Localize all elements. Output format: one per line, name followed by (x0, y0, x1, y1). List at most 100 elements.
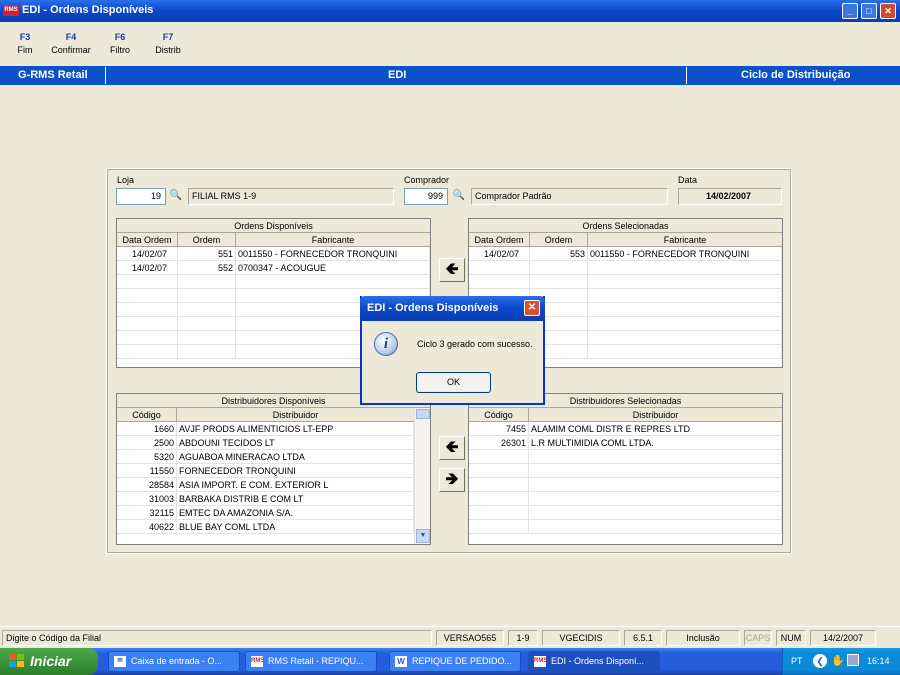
cell-codigo: 31003 (117, 492, 177, 505)
f7-distrib-button[interactable]: F7 Distrib (150, 32, 186, 55)
grid-header: Data Ordem Ordem Fabricante (469, 233, 782, 247)
distribuidores-disponiveis-grid: Distribuidores Disponíveis Código Distri… (116, 393, 431, 545)
hand-icon[interactable]: ✋ (831, 654, 845, 667)
rms-icon: RMS (534, 656, 547, 667)
cell-codigo: 11550 (117, 464, 177, 477)
column-header[interactable]: Distribuidor (529, 408, 782, 421)
cell-ordem: 551 (178, 247, 236, 260)
status-bar: Digite o Código da Filial VERSAO565 1-9 … (0, 626, 900, 648)
clock[interactable]: 16:14 (867, 656, 890, 666)
status-build: 6.5.1 (624, 630, 662, 646)
move-left-arrow-icon[interactable]: 🡸 (439, 436, 465, 460)
table-row[interactable]: 11550 FORNECEDOR TRONQUINI (117, 464, 414, 478)
ok-button[interactable]: OK (416, 372, 491, 393)
table-row[interactable]: 32115 EMTEC DA AMAZONIA S/A. (117, 506, 414, 520)
table-row[interactable]: 14/02/07 551 0011550 - FORNECEDOR TRONQU… (117, 247, 430, 261)
table-row[interactable]: 28584 ASIA IMPORT. E COM. EXTERIOR L (117, 478, 414, 492)
system-tray: PT ❮ ✋ 16:14 (782, 648, 900, 675)
grid-header: Código Distribuidor (469, 408, 782, 422)
column-header[interactable]: Código (117, 408, 177, 421)
f3-fim-button[interactable]: F3 Fim (12, 32, 38, 55)
scroll-thumb[interactable] (416, 409, 430, 419)
start-button[interactable]: Iniciar (0, 648, 98, 675)
cell-distribuidor: AGUABOA MINERACAO LTDA (177, 450, 414, 463)
status-caps: CAPS (744, 630, 772, 646)
vertical-scrollbar[interactable]: ▼ (414, 408, 430, 544)
cell-codigo: 32115 (117, 506, 177, 519)
table-row[interactable]: 5320 AGUABOA MINERACAO LTDA (117, 450, 414, 464)
taskbar-item-rms-retail[interactable]: RMS RMS Retail - REPIQU... (245, 651, 377, 672)
header-module: EDI (388, 69, 407, 81)
column-header[interactable]: Fabricante (588, 233, 782, 246)
table-row[interactable]: 1660 AVJF PRODS ALIMENTICIOS LT-EPP (117, 422, 414, 436)
table-row[interactable]: 14/02/07 552 0700347 - ACOUGUE (117, 261, 430, 275)
column-header[interactable]: Distribuidor (177, 408, 414, 421)
f4-confirmar-button[interactable]: F4 Confirmar (48, 32, 94, 55)
column-header[interactable]: Fabricante (236, 233, 430, 246)
table-row[interactable]: 40622 BLUE BAY COML LTDA (117, 520, 414, 534)
grid-caption: Ordens Selecionadas (469, 219, 782, 233)
table-row[interactable]: 7455 ALAMIM COML DISTR E REPRES LTD (469, 422, 782, 436)
f6-filtro-button[interactable]: F6 Filtro (104, 32, 136, 55)
dialog-close-icon[interactable]: ✕ (524, 300, 540, 316)
loja-input[interactable]: 19 (116, 188, 166, 205)
status-mode: Inclusão (666, 630, 740, 646)
module-header: G-RMS Retail EDI Ciclo de Distribuição (0, 66, 900, 85)
cell-data: 14/02/07 (469, 247, 530, 260)
taskbar-item-repique[interactable]: W REPIQUE DE PEDIDO... (389, 651, 521, 672)
table-row[interactable]: 31003 BARBAKA DISTRIB E COM LT (117, 492, 414, 506)
table-row[interactable]: 14/02/07 553 0011550 - FORNECEDOR TRONQU… (469, 247, 782, 261)
column-header[interactable]: Data Ordem (469, 233, 530, 246)
minimize-button[interactable]: _ (842, 3, 858, 19)
cell-distribuidor: ABDOUNI TECIDOS LT (177, 436, 414, 449)
move-left-arrow-icon[interactable]: 🡸 (439, 258, 465, 282)
binoculars-icon[interactable]: 🔍 (451, 189, 467, 203)
dialog-titlebar: EDI - Ordens Disponíveis ✕ (360, 296, 545, 321)
cell-distribuidor: ALAMIM COML DISTR E REPRES LTD (529, 422, 782, 435)
loja-name-field: FILIAL RMS 1-9 (188, 188, 394, 205)
cell-ordem: 552 (178, 261, 236, 274)
close-button[interactable]: ✕ (880, 3, 896, 19)
distribuidores-selecionados-grid: Distribuidores Selecionadas Código Distr… (468, 393, 783, 545)
message-dialog: EDI - Ordens Disponíveis ✕ i Ciclo 3 ger… (360, 296, 545, 405)
rms-icon: RMS (251, 656, 264, 667)
network-icon[interactable] (847, 654, 859, 666)
mail-icon: ✉ (114, 656, 126, 667)
window-title: EDI - Ordens Disponíveis (22, 4, 154, 16)
cell-codigo: 2500 (117, 436, 177, 449)
cell-fabricante: 0700347 - ACOUGUE (236, 261, 430, 274)
column-header[interactable]: Código (469, 408, 529, 421)
comprador-input[interactable]: 999 (404, 188, 448, 205)
status-hint: Digite o Código da Filial (2, 630, 432, 646)
column-header[interactable]: Data Ordem (117, 233, 178, 246)
cell-fabricante: 0011550 - FORNECEDOR TRONQUINI (588, 247, 782, 260)
taskbar-item-outlook[interactable]: ✉ Caixa de entrada - O... (108, 651, 240, 672)
table-row[interactable]: 2500 ABDOUNI TECIDOS LT (117, 436, 414, 450)
column-header[interactable]: Ordem (530, 233, 588, 246)
taskbar-item-edi[interactable]: RMS EDI - Ordens Disponí... (528, 651, 660, 672)
windows-taskbar: Iniciar ✉ Caixa de entrada - O... RMS RM… (0, 648, 900, 675)
comprador-name-field: Comprador Padrão (471, 188, 668, 205)
dialog-title: EDI - Ordens Disponíveis (367, 302, 499, 314)
chevron-down-icon[interactable]: ▼ (416, 529, 430, 543)
cell-fabricante: 0011550 - FORNECEDOR TRONQUINI (236, 247, 430, 260)
grid-header: Data Ordem Ordem Fabricante (117, 233, 430, 247)
status-loja: 1-9 (508, 630, 538, 646)
status-user: VGECIDIS (542, 630, 620, 646)
grid-header: Código Distribuidor (117, 408, 414, 422)
column-header[interactable]: Ordem (178, 233, 236, 246)
table-row[interactable]: 26301 L.R MULTIMIDIA COML LTDA. (469, 436, 782, 450)
status-date: 14/2/2007 (810, 630, 876, 646)
cell-distribuidor: BARBAKA DISTRIB E COM LT (177, 492, 414, 505)
move-right-arrow-icon[interactable]: 🡺 (439, 468, 465, 492)
back-arrow-icon[interactable]: ❮ (813, 654, 827, 668)
cell-distribuidor: FORNECEDOR TRONQUINI (177, 464, 414, 477)
function-key-toolbar: F3 Fim F4 Confirmar F6 Filtro F7 Distrib (0, 22, 900, 66)
maximize-button[interactable]: □ (861, 3, 877, 19)
status-version: VERSAO565 (436, 630, 504, 646)
dialog-message: Ciclo 3 gerado com sucesso. (417, 339, 533, 349)
cell-codigo: 26301 (469, 436, 529, 449)
language-indicator[interactable]: PT (791, 656, 803, 666)
binoculars-icon[interactable]: 🔍 (168, 189, 184, 203)
status-num: NUM (776, 630, 806, 646)
